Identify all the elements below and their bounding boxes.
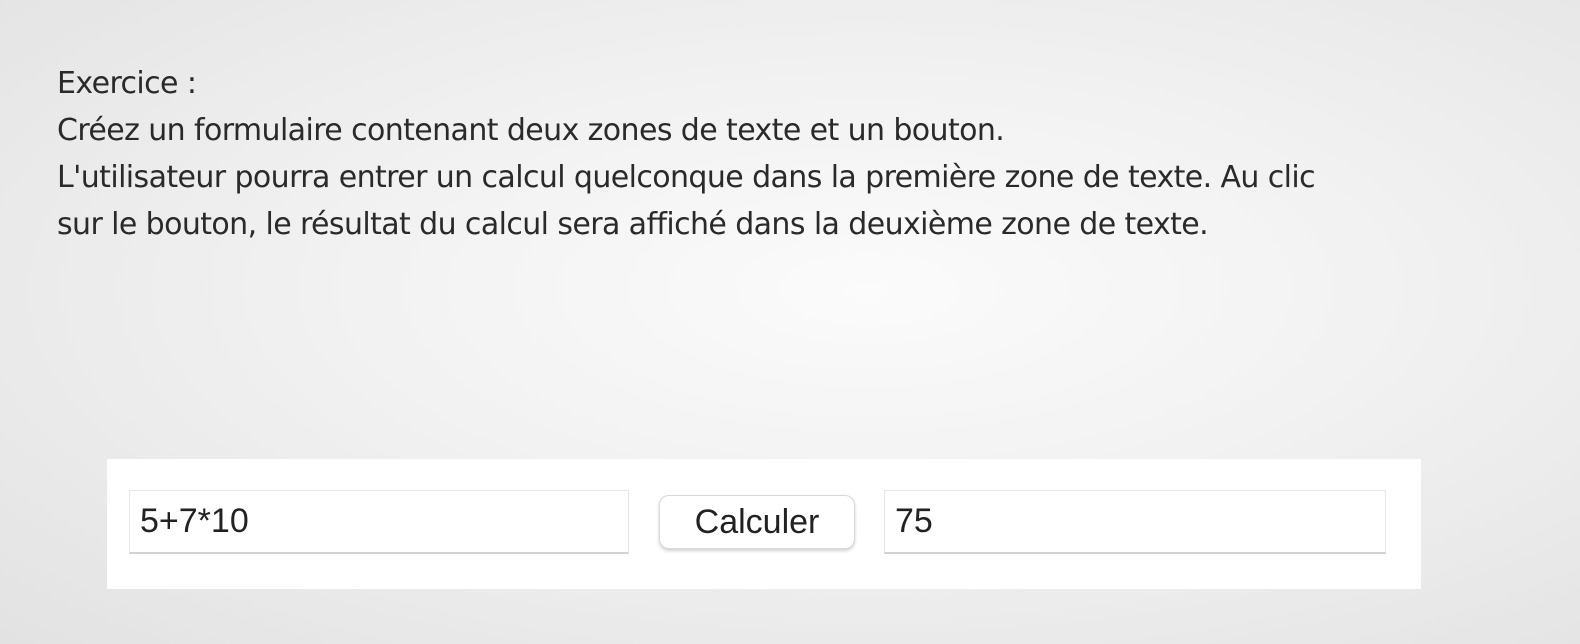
slide-page: { "instructions": { "heading": "Exercice… <box>0 0 1580 644</box>
result-output[interactable] <box>884 490 1386 554</box>
calculation-input[interactable] <box>129 490 629 554</box>
calculator-form: Calculer <box>107 459 1421 589</box>
exercise-heading: Exercice : <box>57 66 197 101</box>
exercise-instructions: Exercice : Créez un formulaire contenant… <box>57 60 1497 248</box>
instruction-line-3: sur le bouton, le résultat du calcul ser… <box>57 207 1209 242</box>
calculate-button[interactable]: Calculer <box>659 495 855 549</box>
instruction-line-1: Créez un formulaire contenant deux zones… <box>57 113 1005 148</box>
instruction-line-2: L'utilisateur pourra entrer un calcul qu… <box>57 160 1316 195</box>
